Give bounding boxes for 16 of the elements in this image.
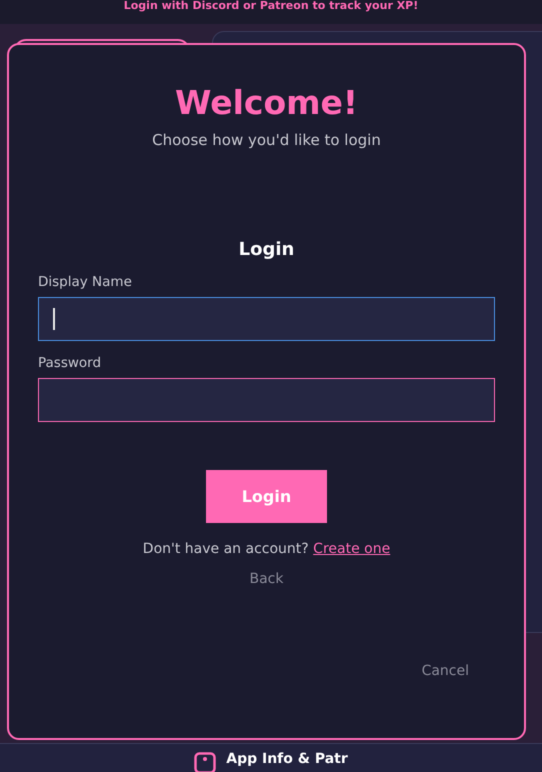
back-link[interactable]: Back (250, 571, 284, 587)
login-heading: Login (238, 239, 294, 260)
create-account-link[interactable]: Create one (313, 541, 390, 557)
dialog-subtitle: Choose how you'd like to login (152, 131, 381, 149)
signup-prompt: Don't have an account? (142, 541, 309, 557)
login-button[interactable]: Login (206, 470, 327, 523)
cancel-button[interactable]: Cancel (398, 659, 493, 683)
input-field[interactable] (38, 297, 495, 341)
input-field[interactable] (38, 378, 495, 422)
field-label: Display Name (38, 274, 133, 290)
banner-text: Login with Discord or Patreon to track your XP! (124, 0, 418, 12)
dialog-title: Welcome! (175, 83, 358, 123)
text-caret-icon (53, 308, 55, 330)
info-icon (194, 752, 216, 772)
field-label: Password (38, 355, 102, 371)
footer-link[interactable]: App Info & Patr (226, 752, 348, 766)
